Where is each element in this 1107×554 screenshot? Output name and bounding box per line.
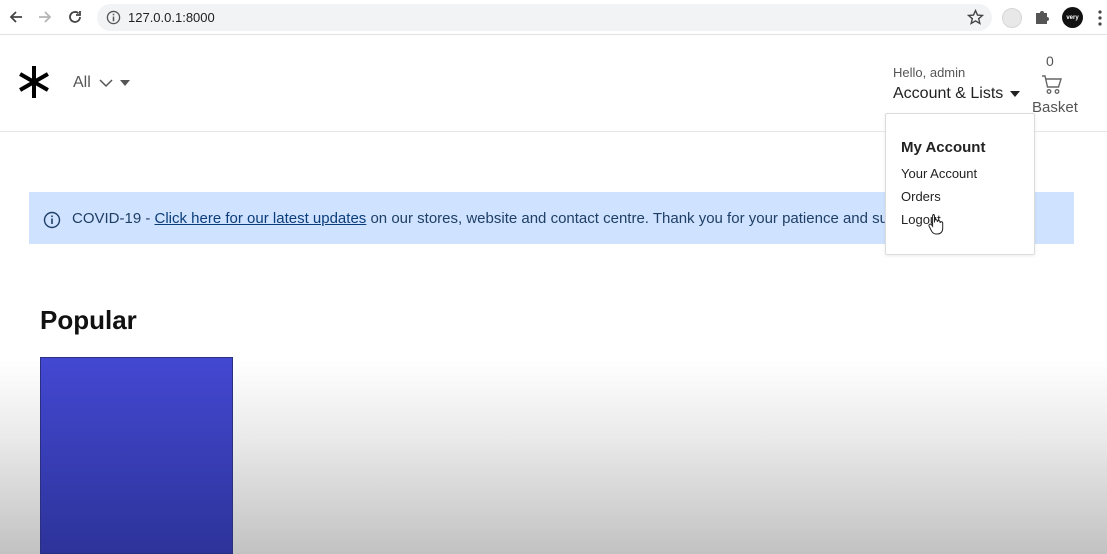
product-image[interactable] bbox=[40, 357, 233, 554]
forward-icon[interactable] bbox=[34, 6, 56, 28]
dropdown-heading: My Account bbox=[901, 139, 986, 156]
extension-icon[interactable] bbox=[1002, 8, 1022, 28]
section-title-popular: Popular bbox=[40, 305, 137, 335]
caret-down-icon bbox=[1010, 91, 1021, 97]
browser-menu-icon[interactable] bbox=[1096, 9, 1104, 27]
caret-down-icon bbox=[119, 80, 130, 86]
menu-item-your-account[interactable]: Your Account bbox=[901, 166, 977, 181]
profile-avatar[interactable]: very bbox=[1062, 7, 1083, 28]
menu-item-orders[interactable]: Orders bbox=[901, 189, 941, 204]
browser-toolbar: 127.0.0.1:8000 very bbox=[0, 0, 1107, 35]
reload-icon[interactable] bbox=[64, 6, 86, 28]
basket-count: 0 bbox=[1046, 53, 1054, 69]
category-select-value: All bbox=[73, 74, 91, 91]
logo-asterisk-icon[interactable] bbox=[16, 64, 52, 100]
chevron-down-icon bbox=[99, 79, 113, 88]
account-dropdown-menu: My Account Your Account Orders Logout bbox=[885, 113, 1035, 255]
info-icon bbox=[43, 211, 61, 229]
address-bar[interactable]: 127.0.0.1:8000 bbox=[97, 4, 992, 31]
greeting-text: Hello, admin bbox=[893, 65, 966, 80]
account-lists-toggle[interactable]: Account & Lists bbox=[893, 85, 1021, 103]
bookmark-star-icon[interactable] bbox=[967, 9, 984, 26]
hand-cursor-icon bbox=[928, 214, 944, 235]
category-select[interactable]: All bbox=[73, 74, 130, 92]
url-text[interactable]: 127.0.0.1:8000 bbox=[128, 10, 215, 25]
account-lists-label: Account & Lists bbox=[893, 85, 1004, 102]
back-icon[interactable] bbox=[5, 6, 27, 28]
alert-message: COVID-19 - Click here for our latest upd… bbox=[72, 210, 897, 227]
extensions-puzzle-icon[interactable] bbox=[1033, 8, 1051, 26]
site-info-icon[interactable] bbox=[106, 10, 121, 25]
latest-updates-link[interactable]: Click here for our latest updates bbox=[155, 210, 367, 227]
cart-icon[interactable] bbox=[1041, 75, 1063, 95]
basket-link[interactable]: Basket bbox=[1032, 99, 1078, 116]
